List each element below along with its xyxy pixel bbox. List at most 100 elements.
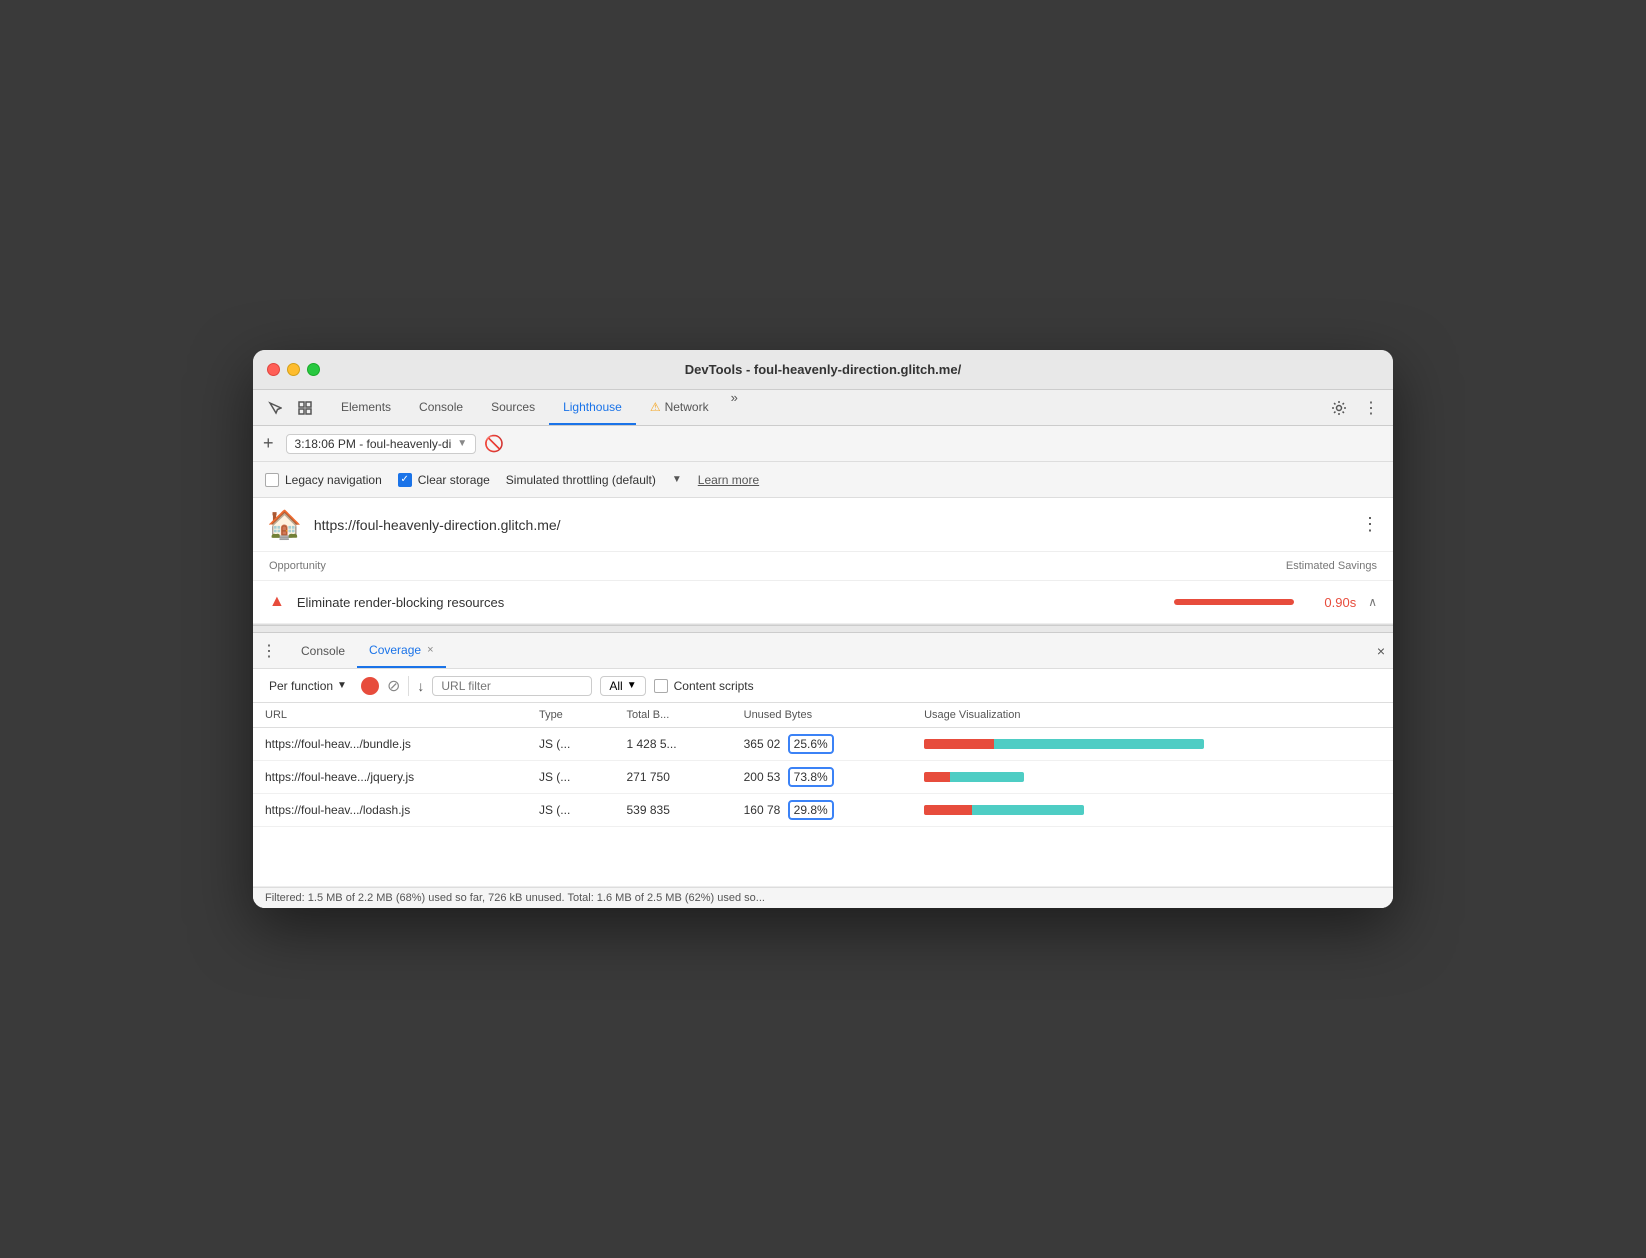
cell-visualization	[912, 728, 1393, 761]
table-row[interactable]: https://foul-heav.../bundle.jsJS (...1 4…	[253, 728, 1393, 761]
per-function-label: Per function	[269, 679, 333, 693]
tab-console-coverage[interactable]: Console	[289, 633, 357, 668]
status-text: Filtered: 1.5 MB of 2.2 MB (68%) used so…	[265, 892, 765, 904]
toolbar-divider	[408, 676, 409, 696]
opportunity-expand-icon[interactable]: ∧	[1368, 595, 1377, 609]
console-tab-label: Console	[301, 644, 345, 658]
pct-highlight: 73.8%	[788, 767, 834, 787]
per-function-button[interactable]: Per function ▼	[263, 677, 353, 695]
all-label: All	[609, 679, 622, 693]
url-text: 3:18:06 PM - foul-heavenly-di	[295, 437, 452, 451]
coverage-tab-label: Coverage	[369, 643, 421, 657]
tab-network[interactable]: ⚠ Network	[636, 390, 723, 425]
cell-total: 271 750	[615, 761, 732, 794]
throttling-label: Simulated throttling (default)	[506, 473, 656, 487]
opportunity-label: Opportunity	[269, 560, 326, 572]
cell-url: https://foul-heav.../bundle.js	[253, 728, 527, 761]
table-row[interactable]: https://foul-heave.../jquery.jsJS (...27…	[253, 761, 1393, 794]
cell-visualization	[912, 794, 1393, 827]
more-options-icon[interactable]: ⋮	[1357, 394, 1385, 422]
all-dropdown[interactable]: All ▼	[600, 676, 645, 696]
tab-coverage[interactable]: Coverage ×	[357, 633, 445, 668]
cell-url: https://foul-heave.../jquery.js	[253, 761, 527, 794]
coverage-tabs-bar: ⋮ Console Coverage × ×	[253, 633, 1393, 669]
lighthouse-more-icon[interactable]: ⋮	[1361, 514, 1379, 535]
url-filter-input[interactable]	[432, 676, 592, 696]
maximize-button[interactable]	[307, 363, 320, 376]
col-unused: Unused Bytes	[732, 703, 912, 728]
no-entry-icon[interactable]: 🚫	[484, 434, 504, 454]
cursor-icon[interactable]	[261, 394, 289, 422]
all-dropdown-arrow-icon: ▼	[627, 680, 637, 691]
coverage-toolbar: Per function ▼ ⊘ ↓ All ▼ Content scripts	[253, 669, 1393, 703]
cell-total: 539 835	[615, 794, 732, 827]
legacy-nav-checkbox[interactable]: Legacy navigation	[265, 473, 382, 487]
toolbar-row: + 3:18:06 PM - foul-heavenly-di ▼ 🚫	[253, 426, 1393, 462]
dropdown-arrow-icon: ▼	[457, 438, 467, 449]
tab-console[interactable]: Console	[405, 390, 477, 425]
coverage-more-icon[interactable]: ⋮	[261, 641, 277, 661]
per-function-dropdown-icon: ▼	[337, 680, 347, 691]
lighthouse-panel: 🏠 https://foul-heavenly-direction.glitch…	[253, 498, 1393, 625]
lighthouse-icon: 🏠	[267, 508, 302, 541]
lighthouse-url-bar: 🏠 https://foul-heavenly-direction.glitch…	[253, 498, 1393, 552]
download-button[interactable]: ↓	[417, 678, 424, 694]
cell-url: https://foul-heav.../lodash.js	[253, 794, 527, 827]
content-scripts-checkbox-box[interactable]	[654, 679, 668, 693]
cell-visualization	[912, 761, 1393, 794]
opportunity-bar	[1174, 599, 1294, 605]
record-button[interactable]	[361, 677, 379, 695]
coverage-tab-close-icon[interactable]: ×	[427, 644, 433, 656]
cell-type: JS (...	[527, 761, 615, 794]
cell-type: JS (...	[527, 728, 615, 761]
clear-storage-checkbox-box[interactable]: ✓	[398, 473, 412, 487]
traffic-lights	[267, 363, 320, 376]
network-warning-icon: ⚠	[650, 400, 661, 414]
opportunity-row[interactable]: ▲ Eliminate render-blocking resources 0.…	[253, 581, 1393, 624]
clear-storage-label: Clear storage	[418, 473, 490, 487]
coverage-panel: ⋮ Console Coverage × × Per function ▼ ⊘ …	[253, 633, 1393, 908]
learn-more-link[interactable]: Learn more	[698, 473, 759, 487]
empty-rows	[253, 827, 1393, 887]
inspect-icon[interactable]	[291, 394, 319, 422]
pct-highlight: 29.8%	[788, 800, 834, 820]
tab-list: Elements Console Sources Lighthouse ⚠ Ne…	[327, 390, 1321, 425]
window-title: DevTools - foul-heavenly-direction.glitc…	[685, 362, 961, 377]
col-visualization: Usage Visualization	[912, 703, 1393, 728]
close-button[interactable]	[267, 363, 280, 376]
cell-unused: 200 53 73.8%	[732, 761, 912, 794]
cell-total: 1 428 5...	[615, 728, 732, 761]
pct-highlight: 25.6%	[788, 734, 834, 754]
more-tabs-button[interactable]: »	[723, 390, 746, 425]
panel-close-icon[interactable]: ×	[1377, 643, 1385, 659]
devtools-tab-bar: Elements Console Sources Lighthouse ⚠ Ne…	[253, 390, 1393, 426]
devtools-right-icons: ⋮	[1325, 394, 1385, 422]
throttling-dropdown-arrow-icon[interactable]: ▼	[672, 474, 682, 485]
status-bar: Filtered: 1.5 MB of 2.2 MB (68%) used so…	[253, 887, 1393, 908]
minimize-button[interactable]	[287, 363, 300, 376]
nav-icons	[261, 394, 319, 422]
content-scripts-label: Content scripts	[674, 679, 754, 693]
devtools-window: DevTools - foul-heavenly-direction.glitc…	[253, 350, 1393, 908]
cell-unused: 365 02 25.6%	[732, 728, 912, 761]
clear-button[interactable]: ⊘	[387, 676, 400, 696]
legacy-nav-checkbox-box[interactable]	[265, 473, 279, 487]
estimated-savings-label: Estimated Savings	[1286, 560, 1377, 572]
clear-storage-checkbox[interactable]: ✓ Clear storage	[398, 473, 490, 487]
col-total: Total B...	[615, 703, 732, 728]
table-row[interactable]: https://foul-heav.../lodash.jsJS (...539…	[253, 794, 1393, 827]
add-tab-icon[interactable]: +	[263, 433, 274, 454]
tab-sources[interactable]: Sources	[477, 390, 549, 425]
tab-lighthouse[interactable]: Lighthouse	[549, 390, 636, 425]
tab-elements[interactable]: Elements	[327, 390, 405, 425]
col-type: Type	[527, 703, 615, 728]
opportunity-header: Opportunity Estimated Savings	[253, 552, 1393, 581]
settings-icon[interactable]	[1325, 394, 1353, 422]
coverage-table: URL Type Total B... Unused Bytes Usage V…	[253, 703, 1393, 827]
cell-type: JS (...	[527, 794, 615, 827]
opportunity-warning-icon: ▲	[269, 593, 285, 611]
opportunity-row-label: Eliminate render-blocking resources	[297, 595, 1162, 610]
url-bar[interactable]: 3:18:06 PM - foul-heavenly-di ▼	[286, 434, 477, 454]
content-scripts-checkbox[interactable]: Content scripts	[654, 679, 754, 693]
title-bar: DevTools - foul-heavenly-direction.glitc…	[253, 350, 1393, 390]
